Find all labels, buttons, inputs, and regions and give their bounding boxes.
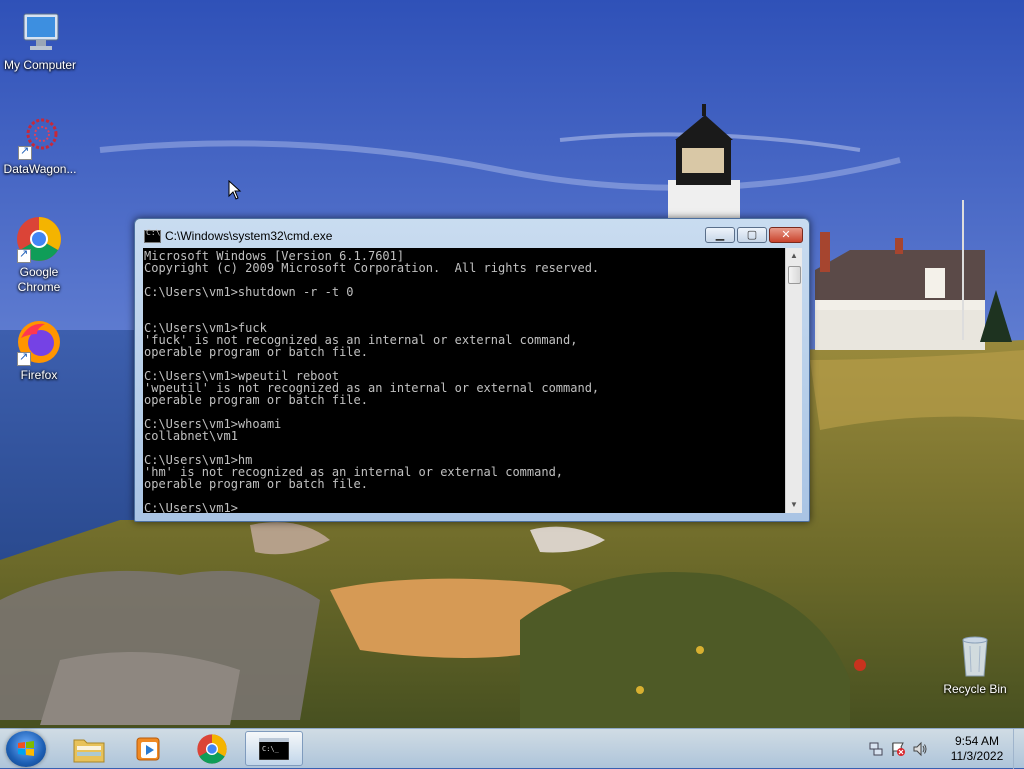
chrome-icon <box>197 734 227 764</box>
minimize-icon: ▁ <box>715 229 725 241</box>
volume-icon[interactable] <box>912 741 928 757</box>
desktop-icon-firefox[interactable]: Firefox <box>0 318 79 383</box>
vertical-scrollbar[interactable]: ▲ ▼ <box>785 248 802 513</box>
minimize-button[interactable]: ▁ <box>705 227 735 243</box>
clock-time: 9:54 AM <box>954 734 1000 748</box>
show-desktop-button[interactable] <box>1013 729 1024 769</box>
shortcut-arrow-icon <box>18 144 32 160</box>
desktop-icon-label: My Computer <box>3 58 77 72</box>
taskbar-media-player[interactable] <box>120 731 178 766</box>
scrollbar-thumb[interactable] <box>788 266 801 284</box>
desktop-icon-label: Recycle Bin <box>943 682 1007 696</box>
action-center-flag-icon[interactable] <box>890 741 906 757</box>
console-output-area[interactable]: Microsoft Windows [Version 6.1.7601] Cop… <box>143 248 785 513</box>
shortcut-arrow-icon <box>17 350 31 366</box>
close-icon: ✕ <box>781 229 791 241</box>
folder-icon <box>73 739 105 763</box>
maximize-icon: ▢ <box>746 229 758 241</box>
console-text: Microsoft Windows [Version 6.1.7601] Cop… <box>144 249 600 513</box>
clock[interactable]: 9:54 AM 11/3/2022 <box>942 734 1012 764</box>
desktop-icon-label: Firefox <box>20 368 58 382</box>
desktop-icon-my-computer[interactable]: My Computer <box>0 8 80 73</box>
media-player-icon <box>136 737 160 761</box>
computer-icon <box>16 8 64 56</box>
cmd-icon: C:\_ <box>259 738 289 760</box>
desktop-icon-datawagon[interactable]: DataWagon... <box>0 112 80 177</box>
taskbar: C:\_ 9:54 AM 11/3/2022 <box>0 728 1024 769</box>
svg-text:C:\_: C:\_ <box>262 745 280 753</box>
window-title: C:\Windows\system32\cmd.exe <box>165 229 333 243</box>
windows-logo-icon <box>18 741 34 756</box>
start-button[interactable] <box>6 731 46 767</box>
datawagon-icon <box>16 112 64 160</box>
desktop-icon-label: DataWagon... <box>3 162 77 176</box>
desktop-icon-google-chrome[interactable]: Google Chrome <box>0 215 79 295</box>
desktop-icon-label: Google Chrome <box>17 265 61 294</box>
window-titlebar[interactable]: C:\ C:\Windows\system32\cmd.exe ▁ ▢ ✕ <box>135 219 809 247</box>
desktop-icon-recycle-bin[interactable]: Recycle Bin <box>935 632 1015 697</box>
shortcut-arrow-icon <box>17 247 31 263</box>
firefox-icon <box>15 318 63 366</box>
clock-date: 11/3/2022 <box>950 749 1004 763</box>
chrome-icon <box>15 215 63 263</box>
taskbar-google-chrome[interactable] <box>183 731 241 766</box>
network-icon[interactable] <box>868 741 884 757</box>
scroll-up-arrow-icon[interactable]: ▲ <box>786 248 802 264</box>
system-tray: 9:54 AM 11/3/2022 <box>854 729 1024 769</box>
taskbar-command-prompt[interactable]: C:\_ <box>245 731 303 766</box>
close-button[interactable]: ✕ <box>769 227 803 243</box>
cmd-icon: C:\ <box>144 228 161 243</box>
recycle-bin-icon <box>951 632 999 680</box>
taskbar-windows-explorer[interactable] <box>60 731 118 766</box>
cmd-window[interactable]: C:\ C:\Windows\system32\cmd.exe ▁ ▢ ✕ Mi… <box>134 218 810 522</box>
mouse-pointer-icon <box>228 179 242 200</box>
maximize-button[interactable]: ▢ <box>737 227 767 243</box>
scroll-down-arrow-icon[interactable]: ▼ <box>786 497 802 513</box>
